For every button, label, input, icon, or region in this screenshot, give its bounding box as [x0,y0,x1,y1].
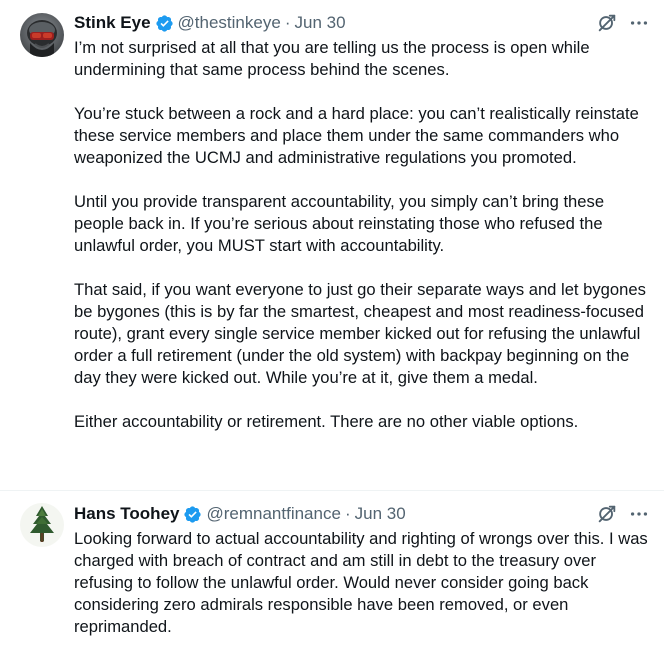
tweet-paragraph: That said, if you want everyone to just … [74,280,646,387]
verified-badge-icon[interactable] [155,14,174,33]
tweet-paragraph: Looking forward to actual accountability… [74,529,648,636]
tweet-stink-eye[interactable]: Stink Eye @thestinkeye · Jun 30 I’m not … [0,0,664,490]
tweet-paragraph: Either accountability or retirement. The… [74,412,579,431]
separator-dot: · [344,504,351,523]
author-name[interactable]: Hans Toohey [74,504,179,524]
tweet-text: Looking forward to actual accountability… [74,528,650,638]
tweet-text: I’m not surprised at all that you are te… [74,37,650,433]
tweet-paragraph: You’re stuck between a rock and a hard p… [74,104,639,167]
pine-tree-avatar-icon [20,503,64,547]
author-handle[interactable]: @remnantfinance [206,504,340,524]
tweet-date[interactable]: Jun 30 [355,504,406,524]
grok-icon[interactable] [596,503,618,530]
avatar[interactable] [20,13,64,57]
pilot-helmet-avatar-icon [20,13,64,57]
more-options-icon[interactable] [628,12,650,39]
tweet-paragraph: Until you provide transparent accountabi… [74,192,605,255]
tweet-hans-toohey[interactable]: Hans Toohey @remnantfinance · Jun 30 Loo… [0,490,664,645]
verified-badge-icon[interactable] [183,505,202,524]
tweet-header: Hans Toohey @remnantfinance · Jun 30 [74,501,650,527]
more-options-icon[interactable] [628,503,650,530]
tweet-paragraph: I’m not surprised at all that you are te… [74,38,590,79]
grok-icon[interactable] [596,12,618,39]
tweet-date[interactable]: Jun 30 [294,13,345,33]
author-handle[interactable]: @thestinkeye [178,13,281,33]
separator-dot: · [284,13,291,32]
avatar[interactable] [20,503,64,547]
author-name[interactable]: Stink Eye [74,13,151,33]
tweet-header: Stink Eye @thestinkeye · Jun 30 [74,10,650,36]
